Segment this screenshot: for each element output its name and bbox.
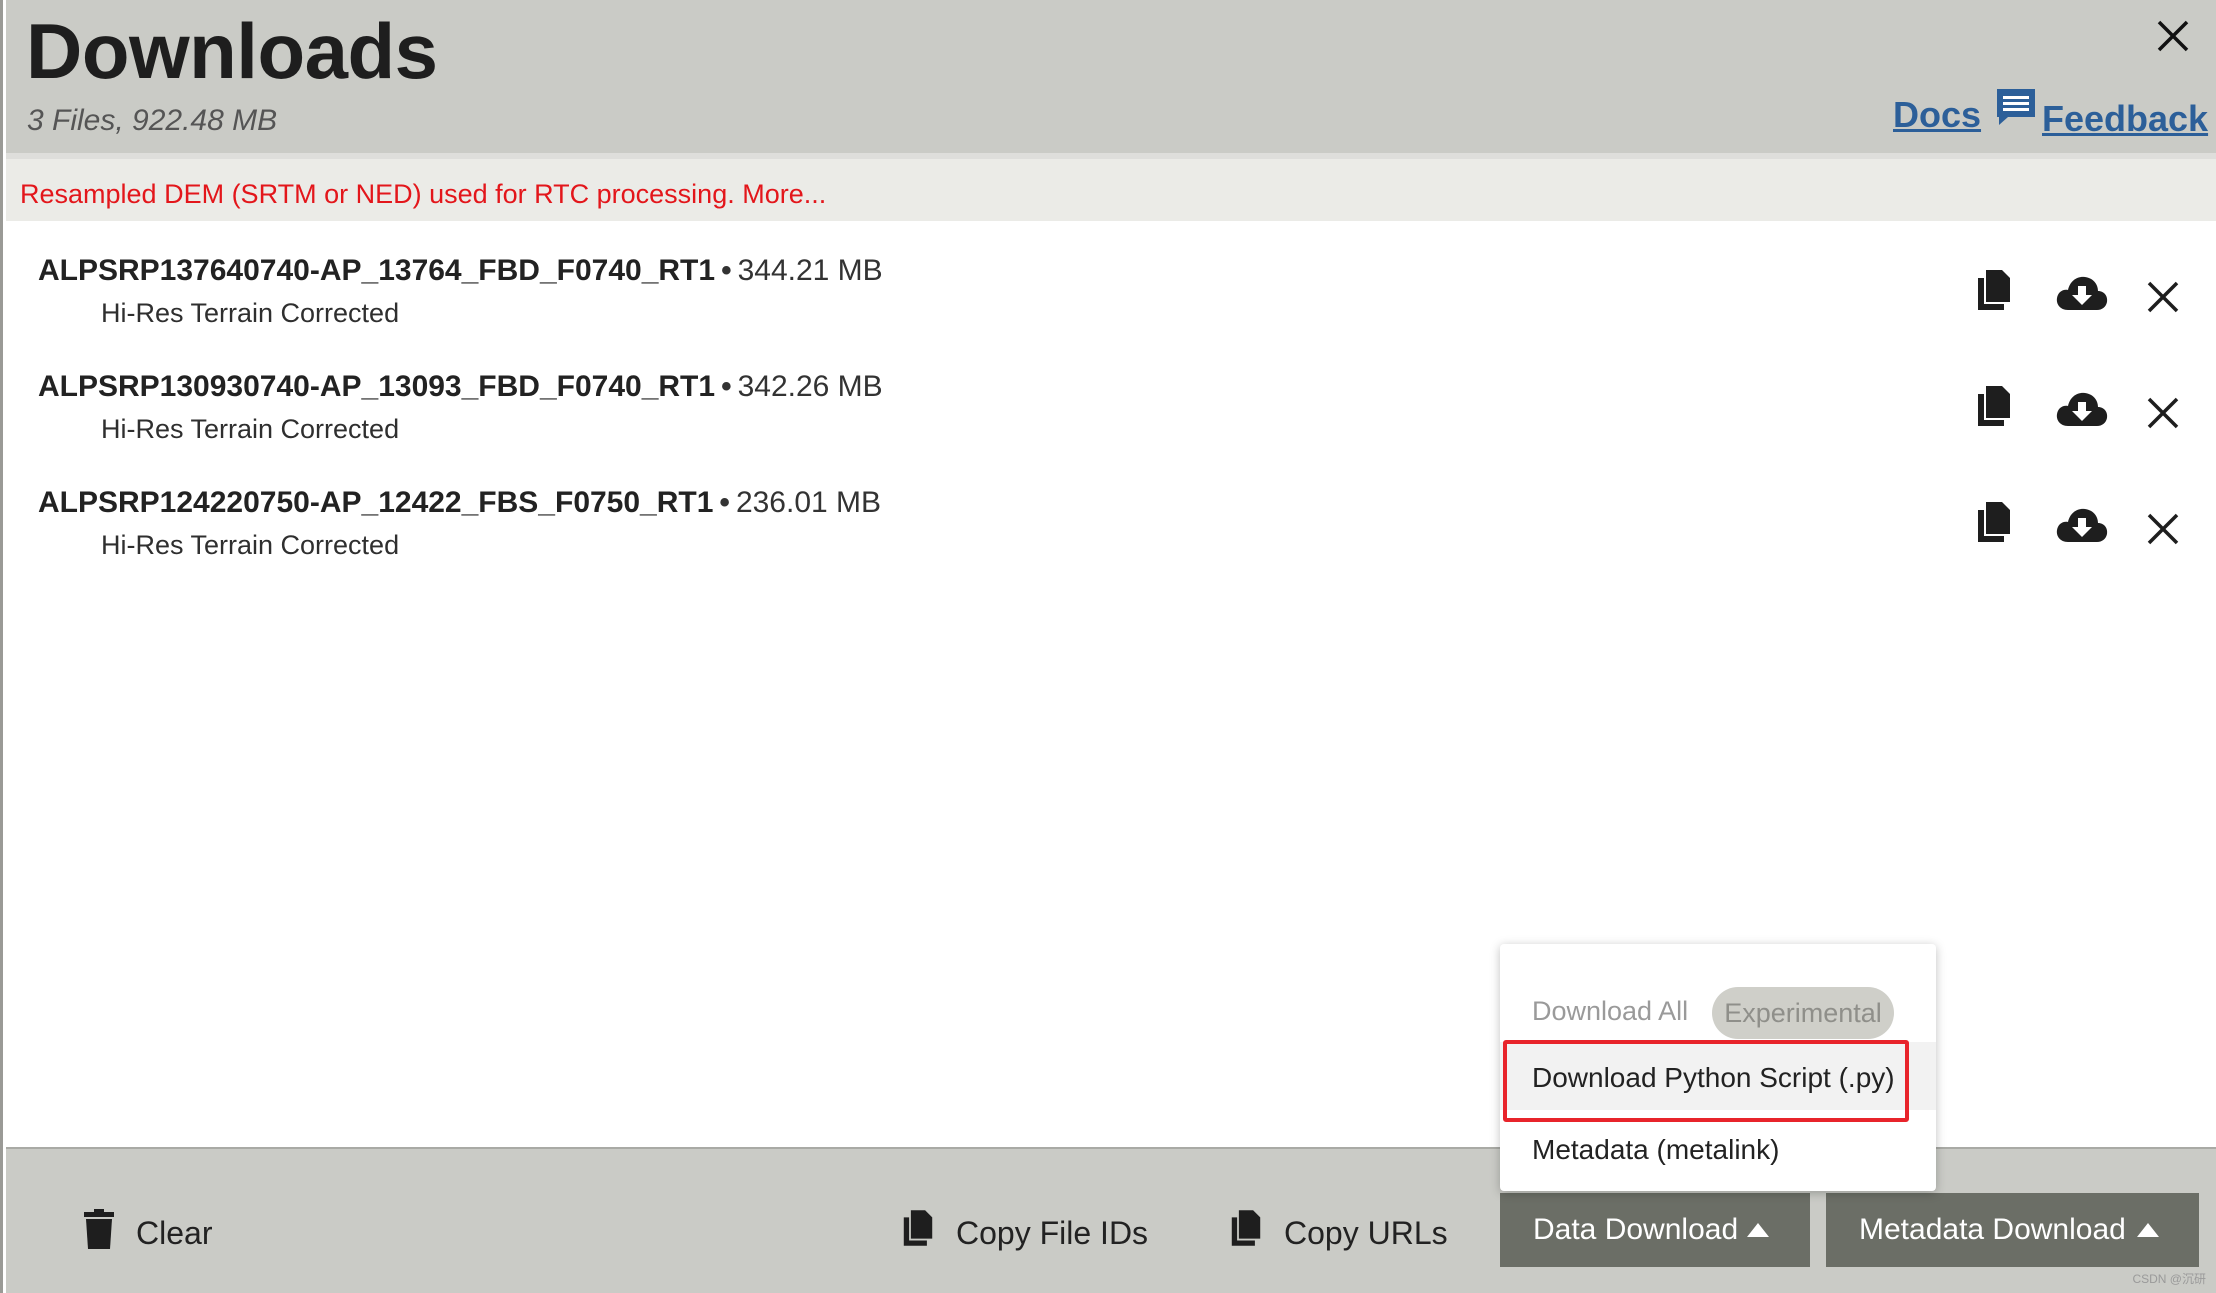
copy-icon[interactable] [1976, 502, 2012, 542]
clear-label: Clear [136, 1215, 213, 1251]
downloads-dialog: Downloads 3 Files, 922.48 MB Docs Feedba… [0, 0, 2216, 1293]
file-type: Hi-Res Terrain Corrected [101, 414, 400, 444]
separator-dot: • [719, 486, 730, 519]
remove-file-icon[interactable] [2146, 280, 2180, 314]
copy-icon[interactable] [1976, 270, 2012, 310]
close-icon [2157, 20, 2189, 52]
caret-up-icon [1747, 1223, 1769, 1237]
file-name-line: ALPSRP124220750-AP_12422_FBS_F0750_RT1 • 2… [38, 486, 881, 520]
metadata-download-button[interactable]: Metadata Download [1826, 1193, 2199, 1267]
watermark: CSDN @沉研 [2132, 1272, 2206, 1286]
data-download-menu: Download All Experimental Download Pytho… [1500, 944, 1936, 1191]
trash-icon [84, 1209, 114, 1249]
file-name-line: ALPSRP137640740-AP_13764_FBD_F0740_RT1 • 3… [38, 254, 883, 288]
docs-link[interactable]: Docs [1893, 94, 1981, 136]
file-row: ALPSRP130930740-AP_13093_FBD_F0740_RT1 • 3… [6, 370, 2216, 486]
copy-icon [903, 1210, 933, 1246]
copy-file-ids-label: Copy File IDs [956, 1215, 1149, 1251]
comment-icon[interactable] [1994, 86, 2038, 128]
copy-urls-label: Copy URLs [1284, 1215, 1448, 1251]
notice-text[interactable]: Resampled DEM (SRTM or NED) used for RTC… [20, 179, 826, 210]
metadata-download-label: Metadata Download [1859, 1213, 2126, 1246]
cloud-download-icon[interactable] [2056, 390, 2108, 430]
cloud-download-icon[interactable] [2056, 506, 2108, 546]
menu-item-metalink[interactable]: Metadata (metalink) [1500, 1124, 1936, 1182]
data-download-label: Data Download [1533, 1213, 1739, 1246]
file-size: 236.01 MB [735, 486, 882, 519]
metalink-label: Metadata (metalink) [1532, 1134, 1780, 1165]
data-download-button[interactable]: Data Download [1500, 1193, 1810, 1267]
remove-file-icon[interactable] [2146, 396, 2180, 430]
separator-dot: • [721, 254, 732, 287]
files-summary: 3 Files, 922.48 MB [27, 104, 278, 137]
page-title: Downloads [26, 7, 438, 95]
close-dialog-button[interactable] [2155, 18, 2191, 54]
separator-dot: • [721, 370, 732, 403]
file-size: 344.21 MB [737, 254, 883, 287]
download-all-label: Download All [1532, 996, 1689, 1026]
copy-icon[interactable] [1976, 386, 2012, 426]
experimental-badge: Experimental [1712, 987, 1894, 1039]
file-name: ALPSRP137640740-AP_13764_FBD_F0740_RT1 [38, 254, 716, 287]
notice-bar: Resampled DEM (SRTM or NED) used for RTC… [6, 153, 2216, 221]
menu-item-download-all: Download All Experimental [1500, 984, 1936, 1040]
dialog-header: Downloads 3 Files, 922.48 MB Docs Feedba… [6, 0, 2216, 153]
file-name-line: ALPSRP130930740-AP_13093_FBD_F0740_RT1 • 3… [38, 370, 883, 404]
file-name: ALPSRP124220750-AP_12422_FBS_F0750_RT1 [38, 486, 714, 519]
file-row: ALPSRP124220750-AP_12422_FBS_F0750_RT1 • 2… [6, 486, 2216, 602]
copy-icon [1231, 1210, 1261, 1246]
feedback-link[interactable]: Feedback [2042, 98, 2208, 140]
caret-up-icon [2137, 1223, 2159, 1237]
file-row: ALPSRP137640740-AP_13764_FBD_F0740_RT1 • 3… [6, 254, 2216, 370]
cloud-download-icon[interactable] [2056, 274, 2108, 314]
file-type: Hi-Res Terrain Corrected [101, 298, 400, 328]
file-name: ALPSRP130930740-AP_13093_FBD_F0740_RT1 [38, 370, 716, 403]
remove-file-icon[interactable] [2146, 512, 2180, 546]
highlight-box [1503, 1040, 1909, 1122]
file-type: Hi-Res Terrain Corrected [101, 530, 400, 560]
file-size: 342.26 MB [737, 370, 883, 403]
